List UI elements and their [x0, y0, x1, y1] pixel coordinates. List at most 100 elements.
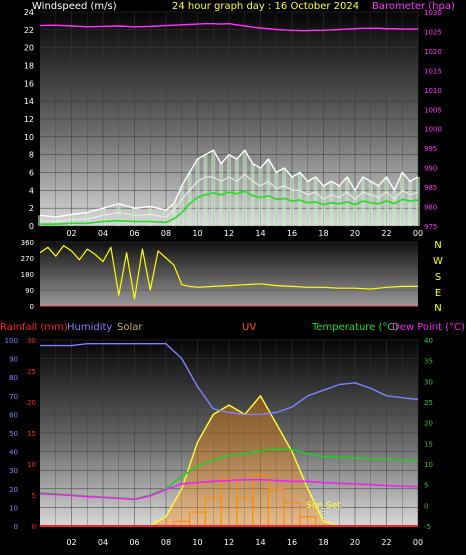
y-tick-label: 10: [9, 504, 18, 512]
y-tick-label: 980: [424, 204, 437, 212]
x-tick-label: 04: [98, 229, 108, 238]
y-tick-label: 22: [24, 26, 34, 35]
x-tick-label: 08: [161, 229, 171, 238]
y-tick-label: 70: [9, 393, 18, 401]
y-tick-label: 2: [29, 204, 34, 213]
compass-label: N: [434, 240, 441, 251]
y-tick-label: 1005: [424, 106, 442, 114]
solar-axis-label: Solar: [117, 322, 143, 333]
y-tick-label: 985: [424, 184, 437, 192]
y-tick-label: 40: [424, 337, 433, 345]
y-tick-label: 5: [424, 482, 428, 490]
y-tick-label: 20: [24, 44, 34, 53]
y-tick-label: 975: [424, 223, 437, 231]
y-tick-label: 25: [27, 368, 36, 376]
graph-title: 24 hour graph day : 16 October 2024: [172, 1, 359, 12]
x-tick-label: 12: [224, 229, 234, 238]
y-tick-label: 20: [424, 420, 433, 428]
y-tick-label: 60: [9, 411, 18, 419]
x-tick-label: 06: [129, 538, 139, 547]
y-tick-label: 35: [424, 358, 433, 366]
y-tick-label: -5: [424, 523, 431, 531]
y-tick-label: 15: [424, 440, 433, 448]
x-tick-label: 20: [350, 538, 360, 547]
x-tick-label: 14: [255, 538, 265, 547]
y-tick-label: 90: [9, 356, 18, 364]
y-tick-label: 20: [9, 486, 18, 494]
x-tick-label: 16: [287, 538, 297, 547]
y-tick-label: 50: [9, 430, 18, 438]
sunset-label: Sun Set: [306, 501, 341, 511]
y-tick-label: 1020: [424, 48, 442, 56]
y-tick-label: 0: [14, 523, 18, 531]
y-tick-label: 40: [9, 449, 18, 457]
y-tick-label: 180: [21, 271, 34, 279]
y-tick-label: 0: [30, 303, 34, 311]
y-tick-label: 1000: [424, 126, 442, 134]
climate-x-axis: 02 04 06 08 10 12 14 16 18 20 22 00: [66, 538, 423, 547]
y-tick-label: 12: [24, 115, 34, 124]
temperature-axis-label: Temperature (°C): [311, 322, 398, 333]
humidity-axis-label: Humidity: [67, 322, 112, 333]
y-tick-label: 0: [29, 222, 34, 231]
x-tick-label: 18: [318, 538, 328, 547]
x-tick-label: 22: [381, 538, 391, 547]
x-tick-label: 14: [255, 229, 265, 238]
wind-y-axis: 024681012141618202224: [24, 8, 34, 231]
y-tick-label: 5: [32, 492, 36, 500]
x-tick-label: 12: [224, 538, 234, 547]
y-tick-label: 14: [24, 97, 34, 106]
dewpoint-axis-label: Dew Point (°C): [392, 322, 465, 333]
y-tick-label: 0: [32, 523, 36, 531]
y-tick-label: 15: [27, 430, 36, 438]
y-tick-label: 90: [25, 287, 34, 295]
compass-label: W: [433, 256, 443, 267]
direction-y-axis: 0 90 180 270 360: [21, 239, 34, 311]
x-tick-label: 06: [129, 229, 139, 238]
y-tick-label: 990: [424, 165, 437, 173]
y-tick-label: 24: [24, 8, 34, 17]
y-tick-label: 100: [5, 337, 18, 345]
y-tick-label: 1030: [424, 9, 442, 17]
barometer-axis-label: Barometer (hpa): [372, 1, 455, 12]
y-tick-label: 0: [424, 502, 428, 510]
x-tick-label: 00: [413, 229, 423, 238]
y-tick-label: 8: [29, 151, 34, 160]
x-tick-label: 18: [318, 229, 328, 238]
x-tick-label: 22: [381, 229, 391, 238]
x-tick-label: 10: [192, 229, 202, 238]
compass-label: S: [435, 272, 441, 283]
x-tick-label: 00: [413, 538, 423, 547]
y-tick-label: 995: [424, 145, 437, 153]
temperature-y-axis: -5 0 5 10 15 20 25 30 35 40: [424, 337, 433, 531]
x-tick-label: 16: [287, 229, 297, 238]
x-tick-label: 10: [192, 538, 202, 547]
y-tick-label: 10: [424, 461, 433, 469]
y-tick-label: 1010: [424, 87, 442, 95]
y-tick-label: 6: [29, 169, 34, 178]
compass-label: E: [435, 288, 441, 299]
humidity-y-axis: 0 10 20 30 40 50 60 70 80 90 100: [5, 337, 18, 531]
y-tick-label: 10: [24, 133, 34, 142]
y-tick-label: 10: [27, 461, 36, 469]
x-tick-label: 02: [66, 538, 76, 547]
weather-chart-svg: Windspeed (m/s) 24 hour graph day : 16 O…: [0, 1, 465, 547]
uv-axis-label: UV: [242, 322, 256, 333]
y-tick-label: 4: [29, 186, 34, 195]
y-tick-label: 25: [424, 399, 433, 407]
y-tick-label: 1015: [424, 67, 442, 75]
wind-x-axis: 02 04 06 08 10 12 14 16 18 20 22 00: [66, 229, 423, 238]
y-tick-label: 16: [24, 79, 34, 88]
y-tick-label: 18: [24, 62, 34, 71]
y-tick-label: 80: [9, 374, 18, 382]
y-tick-label: 30: [27, 337, 36, 345]
x-tick-label: 02: [66, 229, 76, 238]
y-tick-label: 30: [9, 467, 18, 475]
barometer-y-axis: 975 980 985 990 995 1000 1005 1010 1015 1020 1025 1…: [424, 9, 442, 231]
y-tick-label: 20: [27, 399, 36, 407]
windspeed-axis-label: Windspeed (m/s): [32, 1, 117, 12]
x-tick-label: 04: [98, 538, 108, 547]
y-tick-label: 1025: [424, 28, 442, 36]
x-tick-label: 08: [161, 538, 171, 547]
x-tick-label: 20: [350, 229, 360, 238]
